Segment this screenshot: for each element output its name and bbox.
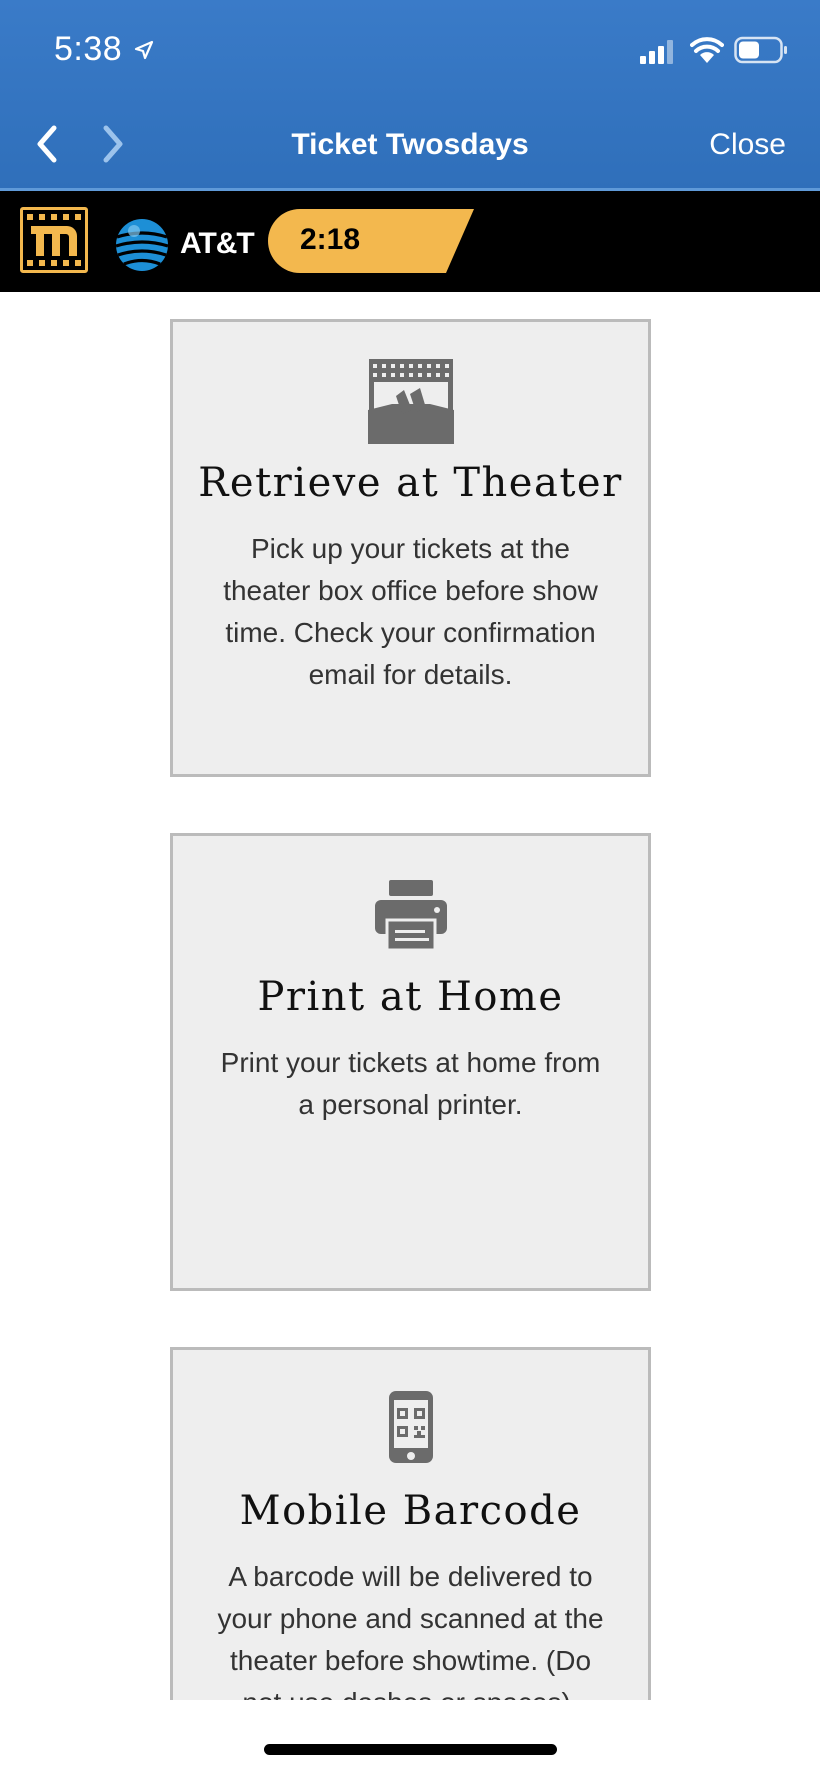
brand-bar: AT&T 2:18 xyxy=(0,191,820,292)
status-time: 5:38 xyxy=(54,30,123,68)
card-description: Pick up your tickets at the theater box … xyxy=(223,533,598,690)
mobile-barcode-icon xyxy=(388,1391,433,1463)
card-description: A barcode will be delivered to your phon… xyxy=(217,1561,604,1700)
timer-badge xyxy=(268,209,474,273)
card-title: Mobile Barcode xyxy=(239,1488,582,1534)
nav-title: Ticket Twosdays xyxy=(291,128,529,161)
carrier-label: AT&T xyxy=(180,227,255,260)
battery-icon xyxy=(734,36,787,64)
location-arrow-icon xyxy=(134,40,154,60)
home-indicator[interactable] xyxy=(264,1744,557,1755)
att-globe-icon xyxy=(115,219,169,271)
cellular-signal-icon xyxy=(640,40,673,64)
delivery-options-list: Retrieve at Theater Pick up your tickets… xyxy=(0,292,820,1700)
card-description: Print your tickets at home from a person… xyxy=(220,1047,601,1120)
print-at-home-card[interactable]: Print at Home Print your tickets at home… xyxy=(170,833,651,1291)
retrieve-at-theater-card[interactable]: Retrieve at Theater Pick up your tickets… xyxy=(170,319,651,777)
close-button[interactable]: Close xyxy=(709,128,786,162)
top-bar: 5:38 Ticket Twosdays Close xyxy=(0,0,820,191)
timer-text: 2:18 xyxy=(300,223,361,256)
mobile-barcode-card[interactable]: Mobile Barcode A barcode will be deliver… xyxy=(170,1347,651,1700)
theater-ticket-icon xyxy=(367,359,454,444)
moviepass-logo xyxy=(20,207,88,273)
card-title: Print at Home xyxy=(257,974,564,1020)
card-title: Retrieve at Theater xyxy=(198,460,623,506)
wifi-icon xyxy=(690,37,724,63)
printer-icon xyxy=(374,880,447,950)
